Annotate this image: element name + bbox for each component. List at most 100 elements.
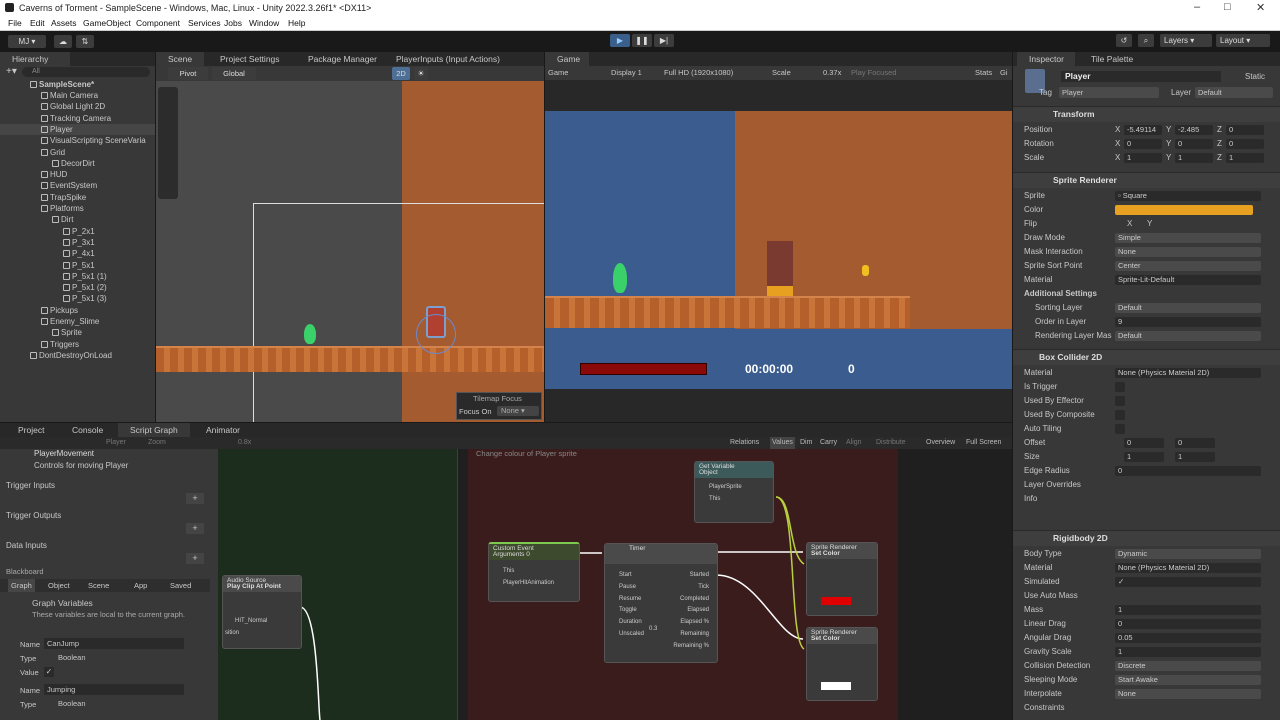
tab-game[interactable]: Game — [545, 52, 589, 66]
tab-script-graph[interactable]: Script Graph — [118, 423, 190, 437]
transform-x-field[interactable]: -5.49114 — [1124, 125, 1162, 135]
distribute-button[interactable]: Distribute — [876, 437, 906, 449]
tab-inspector[interactable]: Inspector — [1017, 52, 1075, 66]
add-icon[interactable]: +▾ — [6, 66, 17, 77]
stats-button[interactable]: Stats — [975, 66, 992, 80]
hierarchy-item[interactable]: Grid — [0, 147, 155, 158]
transform-z-field[interactable]: 0 — [1226, 125, 1264, 135]
tab-animator[interactable]: Animator — [194, 423, 240, 437]
hierarchy-item[interactable]: TrapSpike — [0, 192, 155, 203]
tab-project-settings[interactable]: Project Settings — [208, 52, 280, 66]
var1-type-field[interactable]: Boolean — [58, 652, 184, 663]
tab-player-inputs[interactable]: PlayerInputs (Input Actions) — [384, 52, 500, 66]
move-gizmo[interactable] — [416, 314, 456, 354]
menu-gameobject[interactable]: GameObject — [83, 18, 131, 28]
focus-on-dropdown[interactable]: None ▾ — [497, 406, 539, 416]
hierarchy-item[interactable]: P_5x1 (1) — [0, 271, 155, 282]
sprite-field[interactable]: ▫ Square — [1115, 191, 1261, 201]
hierarchy-item[interactable]: EventSystem — [0, 180, 155, 191]
tab-tile-palette[interactable]: Tile Palette — [1079, 52, 1133, 66]
maximize-button[interactable]: □ — [1224, 1, 1231, 13]
flip-x-checkbox[interactable]: X — [1127, 217, 1132, 231]
var2-name-field[interactable]: Jumping — [44, 684, 184, 695]
tab-scene[interactable]: Scene — [156, 52, 204, 66]
sprite-renderer-row-value[interactable]: Simple — [1115, 233, 1261, 243]
hierarchy-item[interactable]: DontDestroyOnLoad — [0, 350, 155, 361]
audio-source-node[interactable]: Audio Source Play Clip At Point HIT_Norma… — [222, 575, 302, 649]
tab-project[interactable]: Project — [6, 423, 44, 437]
play-button[interactable]: ▶ — [610, 34, 630, 47]
var1-name-field[interactable]: CanJump — [44, 638, 184, 649]
transform-y-field[interactable]: 1 — [1175, 153, 1213, 163]
scene-root[interactable]: SampleScene* — [0, 79, 155, 90]
rendering-layer-dropdown[interactable]: Default — [1115, 331, 1261, 341]
box-collider-checkbox[interactable] — [1115, 410, 1125, 420]
cloud-icon[interactable]: ☁ — [54, 35, 72, 48]
values-button[interactable]: Values — [770, 437, 795, 449]
hierarchy-search[interactable]: All — [22, 67, 150, 77]
hierarchy-item[interactable]: Triggers — [0, 339, 155, 350]
gizmos-button[interactable]: Gi — [1000, 66, 1008, 80]
rigidbody-header[interactable]: Rigidbody 2D — [1013, 530, 1280, 546]
rigidbody-row-value[interactable]: Dynamic — [1115, 549, 1261, 559]
transform-header[interactable]: Transform — [1013, 106, 1280, 122]
layout-dropdown[interactable]: Layout ▾ — [1216, 34, 1270, 47]
box-collider-header[interactable]: Box Collider 2D — [1013, 349, 1280, 365]
add-data-input-button[interactable]: + — [186, 553, 204, 564]
hierarchy-item[interactable]: HUD — [0, 169, 155, 180]
rigidbody-row-value[interactable]: None — [1115, 689, 1261, 699]
timer-duration-value[interactable]: 0.3 — [649, 626, 657, 632]
step-button[interactable]: ▶| — [654, 34, 674, 47]
transform-z-field[interactable]: 1 — [1226, 153, 1264, 163]
custom-event-node[interactable]: Custom Event Arguments 0 This PlayerHitAn… — [488, 542, 580, 602]
display-mode-dropdown[interactable]: Game — [548, 66, 568, 80]
rigidbody-row-value[interactable]: ✓ — [1115, 577, 1261, 587]
menu-component[interactable]: Component — [136, 18, 180, 28]
graph-canvas[interactable]: Change colour of Player sprite Audio Sou… — [218, 449, 1012, 720]
hierarchy-item[interactable]: P_4x1 — [0, 248, 155, 259]
tab-package-manager[interactable]: Package Manager — [296, 52, 377, 66]
offset-x-field[interactable]: 0 — [1124, 438, 1164, 448]
add-trigger-output-button[interactable]: + — [186, 523, 204, 534]
hierarchy-item[interactable]: Sprite — [0, 327, 155, 338]
hierarchy-item[interactable]: Main Camera — [0, 90, 155, 101]
sprite-renderer-row-value[interactable]: Center — [1115, 261, 1261, 271]
history-icon[interactable]: ↺ — [1116, 34, 1132, 47]
collab-icon[interactable]: ⇅ — [76, 35, 94, 48]
mode-2d-button[interactable]: 2D — [392, 67, 410, 80]
fullscreen-button[interactable]: Full Screen — [966, 437, 1001, 449]
additional-settings-row[interactable]: Additional Settings — [1013, 287, 1280, 301]
var2-type-field[interactable]: Boolean — [58, 698, 184, 709]
transform-y-field[interactable]: -2.485 — [1175, 125, 1213, 135]
hierarchy-item[interactable]: Dirt — [0, 214, 155, 225]
box-collider-checkbox[interactable] — [1115, 424, 1125, 434]
minimize-button[interactable]: – — [1194, 1, 1200, 13]
tag-dropdown[interactable]: Player — [1059, 87, 1159, 98]
sprite-renderer-row-value[interactable]: None — [1115, 247, 1261, 257]
search-icon[interactable]: ⌕ — [1138, 34, 1154, 47]
sprite-renderer-row-value[interactable]: Sprite-Lit-Default — [1115, 275, 1261, 285]
transform-x-field[interactable]: 0 — [1124, 139, 1162, 149]
bb-tab-graph[interactable]: Graph — [8, 579, 35, 592]
box-collider-checkbox[interactable] — [1115, 396, 1125, 406]
bb-tab-scene[interactable]: Scene — [88, 579, 109, 592]
size-x-field[interactable]: 1 — [1124, 452, 1164, 462]
align-button[interactable]: Align — [846, 437, 862, 449]
hierarchy-item[interactable]: Pickups — [0, 305, 155, 316]
menu-help[interactable]: Help — [288, 18, 305, 28]
tab-hierarchy[interactable]: Hierarchy — [0, 52, 70, 66]
set-color-node-white[interactable]: Sprite Renderer Set Color — [806, 627, 878, 701]
menu-jobs[interactable]: Jobs — [224, 18, 242, 28]
get-variable-node[interactable]: Get Variable Object PlayerSprite This — [694, 461, 774, 523]
transform-y-field[interactable]: 0 — [1175, 139, 1213, 149]
box-collider-checkbox[interactable] — [1115, 382, 1125, 392]
menu-assets[interactable]: Assets — [51, 18, 77, 28]
order-field[interactable]: 9 — [1115, 317, 1261, 327]
display-dropdown[interactable]: Display 1 — [611, 66, 642, 80]
scale-value[interactable]: 0.37x — [823, 66, 841, 80]
add-trigger-input-button[interactable]: + — [186, 493, 204, 504]
transform-z-field[interactable]: 0 — [1226, 139, 1264, 149]
var1-value-checkbox[interactable]: ✓ — [44, 667, 54, 677]
rigidbody-row-value[interactable]: 0.05 — [1115, 633, 1261, 643]
game-viewport[interactable]: 00:00:00 0 — [545, 111, 1012, 389]
